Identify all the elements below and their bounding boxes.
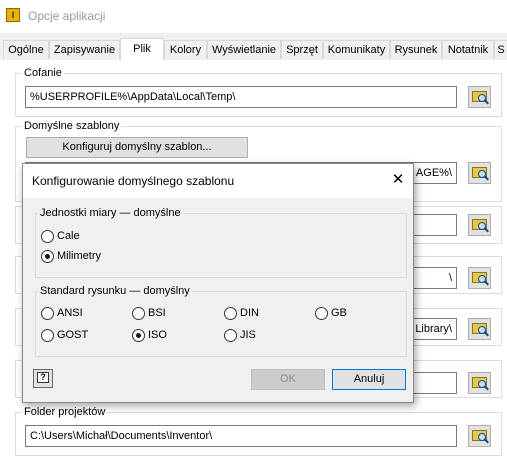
cancel-button[interactable]: Anuluj xyxy=(332,369,406,390)
folder-browse-button-6[interactable] xyxy=(468,372,491,394)
undo-path-field[interactable]: %USERPROFILE%\AppData\Local\Temp\ xyxy=(25,86,457,108)
tab-notebook[interactable]: Notatnik xyxy=(442,40,494,59)
tab-strip: Ogólne Zapisywanie Plik Kolory Wyświetla… xyxy=(0,38,507,61)
standard-fieldset xyxy=(35,291,407,357)
tab-file[interactable]: Plik xyxy=(120,38,164,61)
dialog-title: Konfigurowanie domyślnego szablonu xyxy=(32,174,235,188)
radio-circle[interactable] xyxy=(224,329,237,342)
templates-label: Domyślne szablony xyxy=(22,120,122,132)
help-icon: ? xyxy=(37,372,49,383)
tab-prompts[interactable]: Komunikaty xyxy=(323,40,390,59)
radio-circle[interactable] xyxy=(41,329,54,342)
tab-overflow[interactable]: S xyxy=(494,40,507,59)
close-icon[interactable]: ✕ xyxy=(387,169,409,191)
tab-display[interactable]: Wyświetlanie xyxy=(207,40,281,59)
projects-path-field[interactable]: C:\Users\Michał\Documents\Inventor\ xyxy=(25,425,457,447)
radio-label: BSI xyxy=(148,307,166,319)
tab-saving[interactable]: Zapisywanie xyxy=(49,40,120,59)
radio-circle[interactable] xyxy=(41,250,54,263)
radio-circle[interactable] xyxy=(132,307,145,320)
configure-template-dialog: Konfigurowanie domyślnego szablonu ✕ Jed… xyxy=(22,163,414,403)
folder-browse-button-5[interactable] xyxy=(468,318,491,340)
tab-drawing[interactable]: Rysunek xyxy=(390,40,442,59)
folder-browse-button-3[interactable] xyxy=(468,214,491,236)
dialog-titlebar: Konfigurowanie domyślnego szablonu ✕ xyxy=(23,164,413,198)
tab-colors[interactable]: Kolory xyxy=(164,40,207,59)
radio-label: ANSI xyxy=(57,307,83,319)
radio-label: Milimetry xyxy=(57,250,101,262)
radio-label: ISO xyxy=(148,329,167,341)
radio-circle[interactable] xyxy=(132,329,145,342)
radio-circle[interactable] xyxy=(41,307,54,320)
undo-label: Cofanie xyxy=(22,67,64,79)
radio-label: DIN xyxy=(240,307,259,319)
window-title: Opcje aplikacji xyxy=(28,9,106,23)
tab-hardware[interactable]: Sprzęt xyxy=(281,40,323,59)
units-fieldset xyxy=(35,213,407,278)
window-titlebar: I Opcje aplikacji xyxy=(0,0,507,33)
radio-circle[interactable] xyxy=(315,307,328,320)
units-legend: Jednostki miary — domyślne xyxy=(38,207,183,219)
configure-template-button[interactable]: Konfiguruj domyślny szablon... xyxy=(26,137,248,158)
projects-browse-button[interactable] xyxy=(468,425,491,447)
radio-label: Cale xyxy=(57,230,80,242)
radio-label: GB xyxy=(331,307,347,319)
undo-browse-button[interactable] xyxy=(468,86,491,108)
radio-circle[interactable] xyxy=(41,230,54,243)
app-icon: I xyxy=(6,8,20,22)
standard-legend: Standard rysunku — domyślny xyxy=(38,285,192,297)
templates-browse-button[interactable] xyxy=(468,162,491,184)
help-button[interactable]: ? xyxy=(33,369,53,388)
ok-button[interactable]: OK xyxy=(251,369,325,390)
folder-browse-button-4[interactable] xyxy=(468,267,491,289)
radio-label: JIS xyxy=(240,329,256,341)
projects-label: Folder projektów xyxy=(22,406,108,418)
tab-general[interactable]: Ogólne xyxy=(3,40,49,59)
radio-circle[interactable] xyxy=(224,307,237,320)
radio-label: GOST xyxy=(57,329,89,341)
